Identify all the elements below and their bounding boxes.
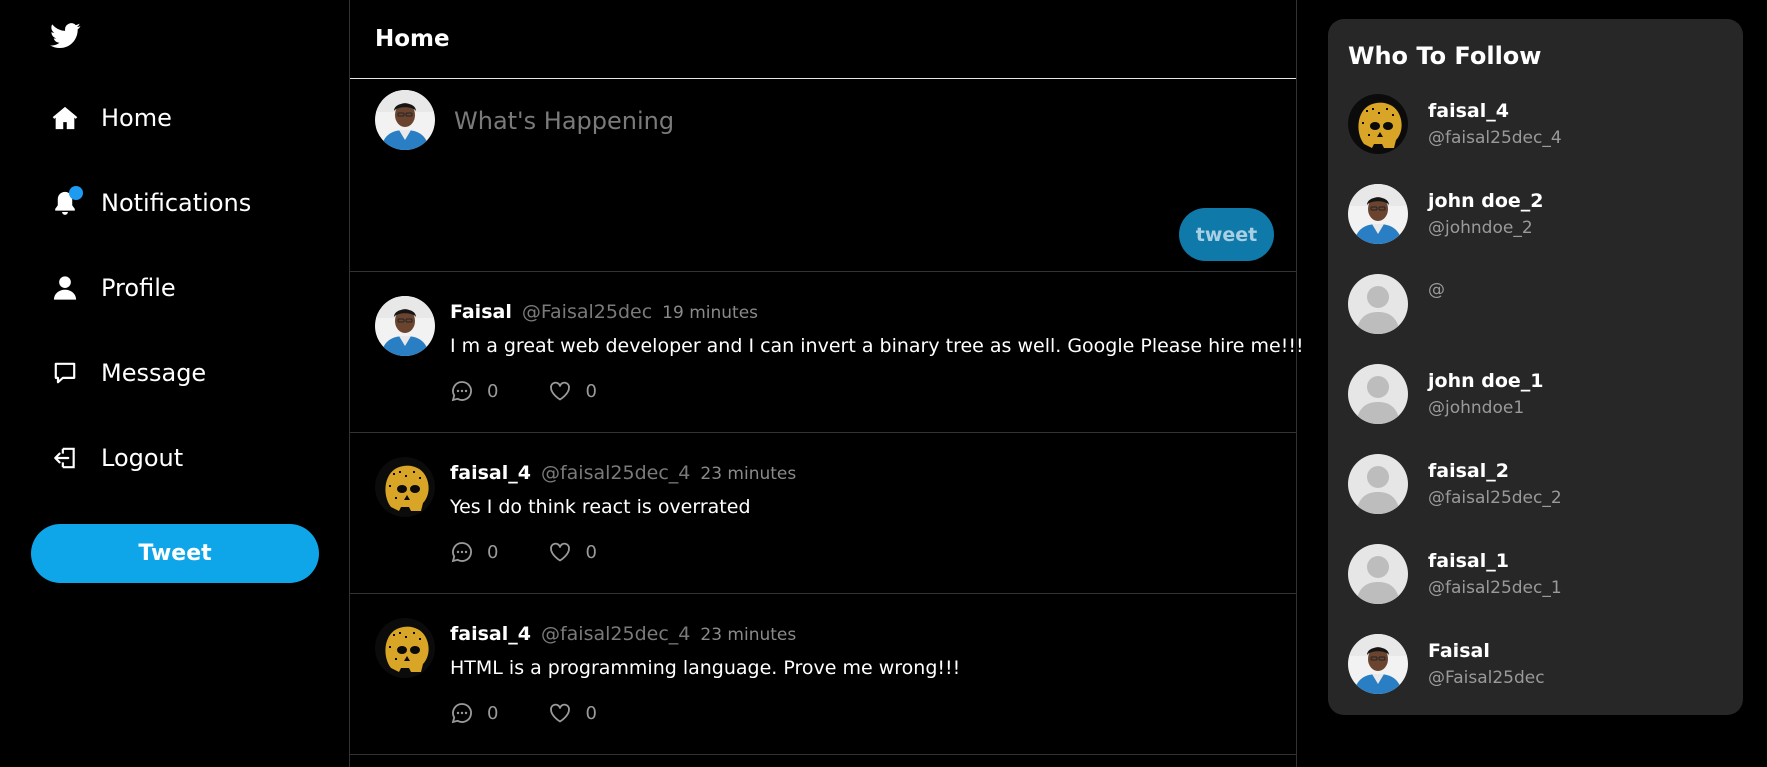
logout-icon xyxy=(50,443,80,473)
tweet-author-handle: @faisal25dec_4 xyxy=(540,623,691,645)
comment-button[interactable]: 0 xyxy=(450,540,498,564)
user-icon xyxy=(50,273,80,303)
compose-box: tweet xyxy=(350,79,1296,272)
like-button[interactable]: 0 xyxy=(548,379,597,403)
tweet-author-handle: @faisal25dec_4 xyxy=(540,462,691,484)
comment-count: 0 xyxy=(487,380,499,402)
tweet-text: HTML is a programming language. Prove me… xyxy=(450,657,961,679)
tweet-timestamp: 23 minutes xyxy=(700,464,797,484)
sidebar-item-label: Logout xyxy=(101,444,184,472)
who-to-follow-panel: Who To Follow faisal_4 @faisal25dec_4 jo… xyxy=(1328,19,1743,715)
sidebar-item-notifications[interactable]: Notifications xyxy=(50,181,251,225)
follow-handle: @faisal25dec_2 xyxy=(1428,488,1562,508)
sidebar-item-message[interactable]: Message xyxy=(50,351,206,395)
tweet-author-name[interactable]: Faisal xyxy=(450,301,512,323)
tweet: faisal_4 @faisal25dec_4 23 minutes Yes I… xyxy=(350,433,1296,594)
tweet-text: Yes I do think react is overrated xyxy=(450,496,751,518)
like-button[interactable]: 0 xyxy=(548,540,597,564)
follow-suggestion[interactable]: faisal_1 @faisal25dec_1 xyxy=(1348,544,1718,608)
twitter-bird-icon[interactable] xyxy=(49,20,81,52)
follow-handle: @johndoe1 xyxy=(1428,398,1525,418)
main-feed: Home tweet Faisal @Faisal25dec 19 minute… xyxy=(349,0,1304,767)
avatar xyxy=(1348,634,1408,694)
tweet-text: I m a great web developer and I can inve… xyxy=(450,335,1304,357)
follow-name: Faisal xyxy=(1428,640,1490,662)
sidebar-item-label: Home xyxy=(101,104,172,132)
heart-icon xyxy=(548,540,572,564)
tweet: faisal_4 @faisal25dec_4 23 minutes HTML … xyxy=(350,594,1296,755)
avatar xyxy=(1348,184,1408,244)
follow-handle: @Faisal25dec xyxy=(1428,668,1545,688)
follow-name: faisal_1 xyxy=(1428,550,1509,572)
comment-icon xyxy=(450,540,474,564)
home-icon xyxy=(50,103,80,133)
avatar[interactable] xyxy=(375,296,435,356)
follow-name: john doe_2 xyxy=(1428,190,1544,212)
follow-suggestion[interactable]: john doe_1 @johndoe1 xyxy=(1348,364,1718,428)
like-button[interactable]: 0 xyxy=(548,701,597,725)
tweet-actions: 0 0 xyxy=(450,701,647,725)
comment-count: 0 xyxy=(487,702,499,724)
tweet-button[interactable]: Tweet xyxy=(31,524,319,583)
comment-count: 0 xyxy=(487,541,499,563)
compose-tweet-button[interactable]: tweet xyxy=(1179,208,1274,261)
tweet-timestamp: 19 minutes xyxy=(662,303,759,323)
tweet-actions: 0 0 xyxy=(450,379,647,403)
tweet-header: Faisal @Faisal25dec 19 minutes xyxy=(450,301,758,323)
avatar xyxy=(1348,94,1408,154)
comment-button[interactable]: 0 xyxy=(450,379,498,403)
sidebar: Home Notifications Profile Message Logou… xyxy=(0,0,349,767)
notification-badge xyxy=(69,186,83,200)
sidebar-item-logout[interactable]: Logout xyxy=(50,436,183,480)
follow-suggestion[interactable]: @ xyxy=(1348,274,1718,338)
follow-name: john doe_1 xyxy=(1428,370,1544,392)
sidebar-item-label: Notifications xyxy=(101,189,252,217)
follow-name: faisal_4 xyxy=(1428,100,1509,122)
comment-icon xyxy=(450,379,474,403)
avatar[interactable] xyxy=(375,457,435,517)
heart-icon xyxy=(548,379,572,403)
follow-suggestion[interactable]: john doe_2 @johndoe_2 xyxy=(1348,184,1718,248)
follow-handle: @ xyxy=(1428,280,1445,300)
comment-button[interactable]: 0 xyxy=(450,701,498,725)
avatar xyxy=(375,90,435,150)
sidebar-item-label: Profile xyxy=(101,274,176,302)
tweet-header: faisal_4 @faisal25dec_4 23 minutes xyxy=(450,462,796,484)
sidebar-item-label: Message xyxy=(101,359,207,387)
like-count: 0 xyxy=(585,702,597,724)
tweet-actions: 0 0 xyxy=(450,540,647,564)
sidebar-item-home[interactable]: Home xyxy=(50,96,172,140)
follow-suggestion[interactable]: Faisal @Faisal25dec xyxy=(1348,634,1718,698)
tweet-author-name[interactable]: faisal_4 xyxy=(450,462,531,484)
feed-header: Home xyxy=(350,0,1296,79)
follow-handle: @faisal25dec_4 xyxy=(1428,128,1562,148)
compose-input[interactable] xyxy=(454,101,1154,141)
panel-title: Who To Follow xyxy=(1348,42,1542,70)
avatar[interactable] xyxy=(375,618,435,678)
page-title: Home xyxy=(375,26,450,52)
avatar xyxy=(1348,454,1408,514)
avatar xyxy=(1348,364,1408,424)
follow-suggestion[interactable]: faisal_4 @faisal25dec_4 xyxy=(1348,94,1718,158)
heart-icon xyxy=(548,701,572,725)
tweet-author-name[interactable]: faisal_4 xyxy=(450,623,531,645)
tweet-timestamp: 23 minutes xyxy=(700,625,797,645)
follow-suggestion[interactable]: faisal_2 @faisal25dec_2 xyxy=(1348,454,1718,518)
message-icon xyxy=(50,358,80,388)
follow-name: faisal_2 xyxy=(1428,460,1509,482)
sidebar-item-profile[interactable]: Profile xyxy=(50,266,176,310)
bell-icon xyxy=(50,186,83,218)
comment-icon xyxy=(450,701,474,725)
follow-handle: @faisal25dec_1 xyxy=(1428,578,1562,598)
avatar xyxy=(1348,544,1408,604)
avatar xyxy=(1348,274,1408,334)
tweet: Faisal @Faisal25dec 19 minutes I m a gre… xyxy=(350,272,1304,433)
follow-handle: @johndoe_2 xyxy=(1428,218,1533,238)
tweet-header: faisal_4 @faisal25dec_4 23 minutes xyxy=(450,623,796,645)
tweet-author-handle: @Faisal25dec xyxy=(521,301,653,323)
like-count: 0 xyxy=(585,541,597,563)
like-count: 0 xyxy=(585,380,597,402)
